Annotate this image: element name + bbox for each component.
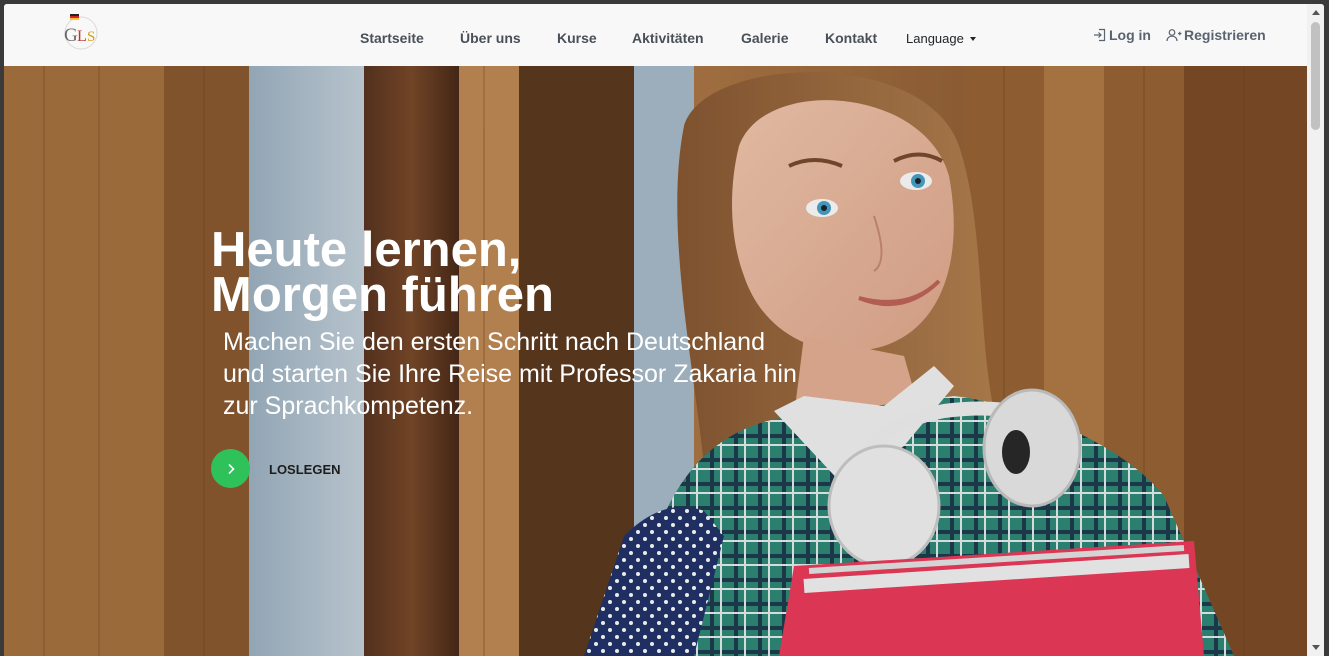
site-logo[interactable]: G L S [60, 11, 106, 51]
login-label: Log in [1109, 27, 1151, 43]
nav-galerie[interactable]: Galerie [741, 30, 788, 46]
logo-graphic: G L S [64, 14, 98, 50]
vertical-scrollbar[interactable] [1307, 4, 1324, 656]
chevron-right-icon [227, 463, 235, 474]
language-label: Language [906, 31, 964, 46]
nav-ueber-uns[interactable]: Über uns [460, 30, 521, 46]
navbar: G L S Startseite Über uns Kurse Aktivitä… [4, 4, 1307, 67]
hero-title: Heute lernen, Morgen führen [211, 226, 554, 320]
hero-title-line2: Morgen führen [211, 268, 554, 322]
scroll-down-icon[interactable] [1312, 645, 1320, 650]
add-user-icon [1166, 29, 1182, 42]
nav-kurse[interactable]: Kurse [557, 30, 597, 46]
scroll-thumb[interactable] [1311, 22, 1320, 130]
login-icon [1094, 28, 1106, 42]
login-link[interactable]: Log in [1093, 27, 1151, 43]
hero-subtitle: Machen Sie den ersten Schritt nach Deuts… [223, 328, 797, 420]
register-label: Registrieren [1184, 27, 1266, 43]
scroll-up-icon[interactable] [1312, 10, 1320, 15]
nav-aktivitaeten[interactable]: Aktivitäten [632, 30, 704, 46]
hero-section: Heute lernen, Morgen führen Machen Sie d… [4, 66, 1307, 656]
caret-down-icon [969, 37, 976, 41]
logo-letter-g: G [64, 25, 78, 46]
loslegen-label[interactable]: LOSLEGEN [269, 462, 341, 477]
logo-letter-l: L [77, 28, 87, 45]
loslegen-button[interactable] [211, 449, 250, 488]
language-dropdown[interactable]: Language [906, 31, 976, 46]
logo-letter-s: S [87, 29, 95, 45]
register-link[interactable]: Registrieren [1166, 27, 1266, 43]
nav-kontakt[interactable]: Kontakt [825, 30, 877, 46]
nav-startseite[interactable]: Startseite [360, 30, 424, 46]
browser-window: G L S Startseite Über uns Kurse Aktivitä… [4, 4, 1324, 656]
